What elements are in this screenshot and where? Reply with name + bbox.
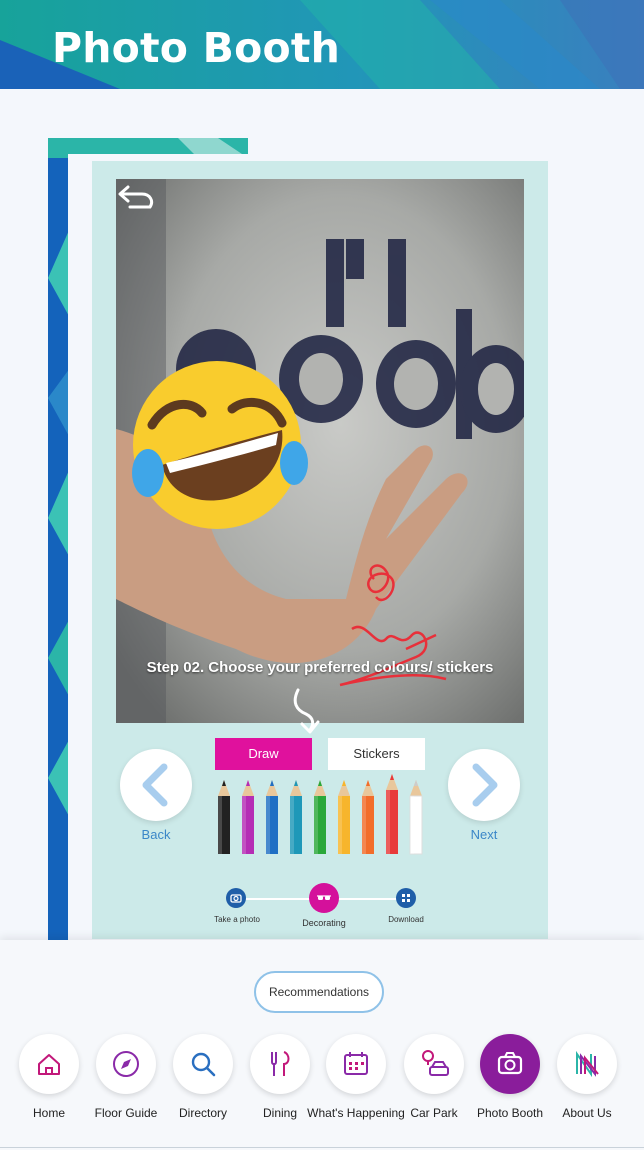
pencil-1[interactable]: [218, 780, 230, 854]
next-button[interactable]: [448, 749, 520, 821]
pencil-8[interactable]: [386, 774, 398, 854]
down-arrow-icon: [293, 688, 320, 734]
step-label-download: Download: [388, 915, 424, 924]
page-title: Photo Booth: [52, 24, 341, 72]
pencil-5[interactable]: [314, 780, 326, 854]
camera-icon: [480, 1034, 540, 1094]
nav-label-about-us: About Us: [562, 1106, 612, 1120]
step-progress: Take a photo Decorating Download: [208, 880, 438, 932]
chevron-left-icon: [142, 763, 168, 807]
pencil-palette: [218, 774, 423, 855]
car-icon: [404, 1034, 464, 1094]
photo-canvas[interactable]: Step 02. Choose your preferred colours/ …: [116, 179, 524, 723]
step-label-decorating: Decorating: [302, 918, 346, 928]
back-button[interactable]: [120, 749, 192, 821]
chevron-right-icon: [472, 763, 498, 807]
pencil-9[interactable]: [409, 780, 423, 855]
qr-code-icon: [402, 894, 410, 902]
step-take-photo: [226, 888, 246, 908]
nav-photo-booth[interactable]: Photo Booth: [472, 1032, 548, 1142]
logo-icon: [557, 1034, 617, 1094]
pencil-7[interactable]: [362, 780, 374, 854]
step-label-take-photo: Take a photo: [214, 915, 260, 924]
nav-floor-guide[interactable]: Floor Guide: [88, 1032, 164, 1142]
laughing-emoji-sticker[interactable]: [122, 355, 312, 535]
tab-draw[interactable]: Draw: [215, 738, 312, 770]
nav-car-park[interactable]: Car Park: [396, 1032, 472, 1142]
home-icon: [19, 1034, 79, 1094]
back-label[interactable]: Back: [120, 827, 192, 842]
nav-home[interactable]: Home: [11, 1032, 87, 1142]
pencil-4[interactable]: [290, 780, 302, 854]
nav-whats-happening[interactable]: What's Happening: [307, 1032, 405, 1142]
tab-stickers[interactable]: Stickers: [328, 738, 425, 770]
camera-icon: [230, 894, 242, 903]
calendar-icon: [326, 1034, 386, 1094]
next-label[interactable]: Next: [448, 827, 520, 842]
compass-icon: [96, 1034, 156, 1094]
search-icon: [173, 1034, 233, 1094]
pencil-3[interactable]: [266, 780, 278, 854]
step-instruction: Step 02. Choose your preferred colours/ …: [146, 659, 494, 676]
pencil-6[interactable]: [338, 780, 350, 854]
recommendations-button[interactable]: Recommendations: [254, 971, 384, 1013]
nav-dining[interactable]: Dining: [242, 1032, 318, 1142]
step-download: [396, 888, 416, 908]
header-banner: Photo Booth: [0, 0, 644, 89]
sunglasses-icon: [317, 895, 331, 900]
bottom-divider: [0, 1147, 644, 1148]
nav-directory[interactable]: Directory: [165, 1032, 241, 1142]
nav-about-us[interactable]: About Us: [549, 1032, 625, 1142]
pencil-2[interactable]: [242, 780, 254, 854]
undo-icon[interactable]: [116, 179, 156, 211]
cutlery-icon: [250, 1034, 310, 1094]
step-decorating: [309, 883, 339, 913]
